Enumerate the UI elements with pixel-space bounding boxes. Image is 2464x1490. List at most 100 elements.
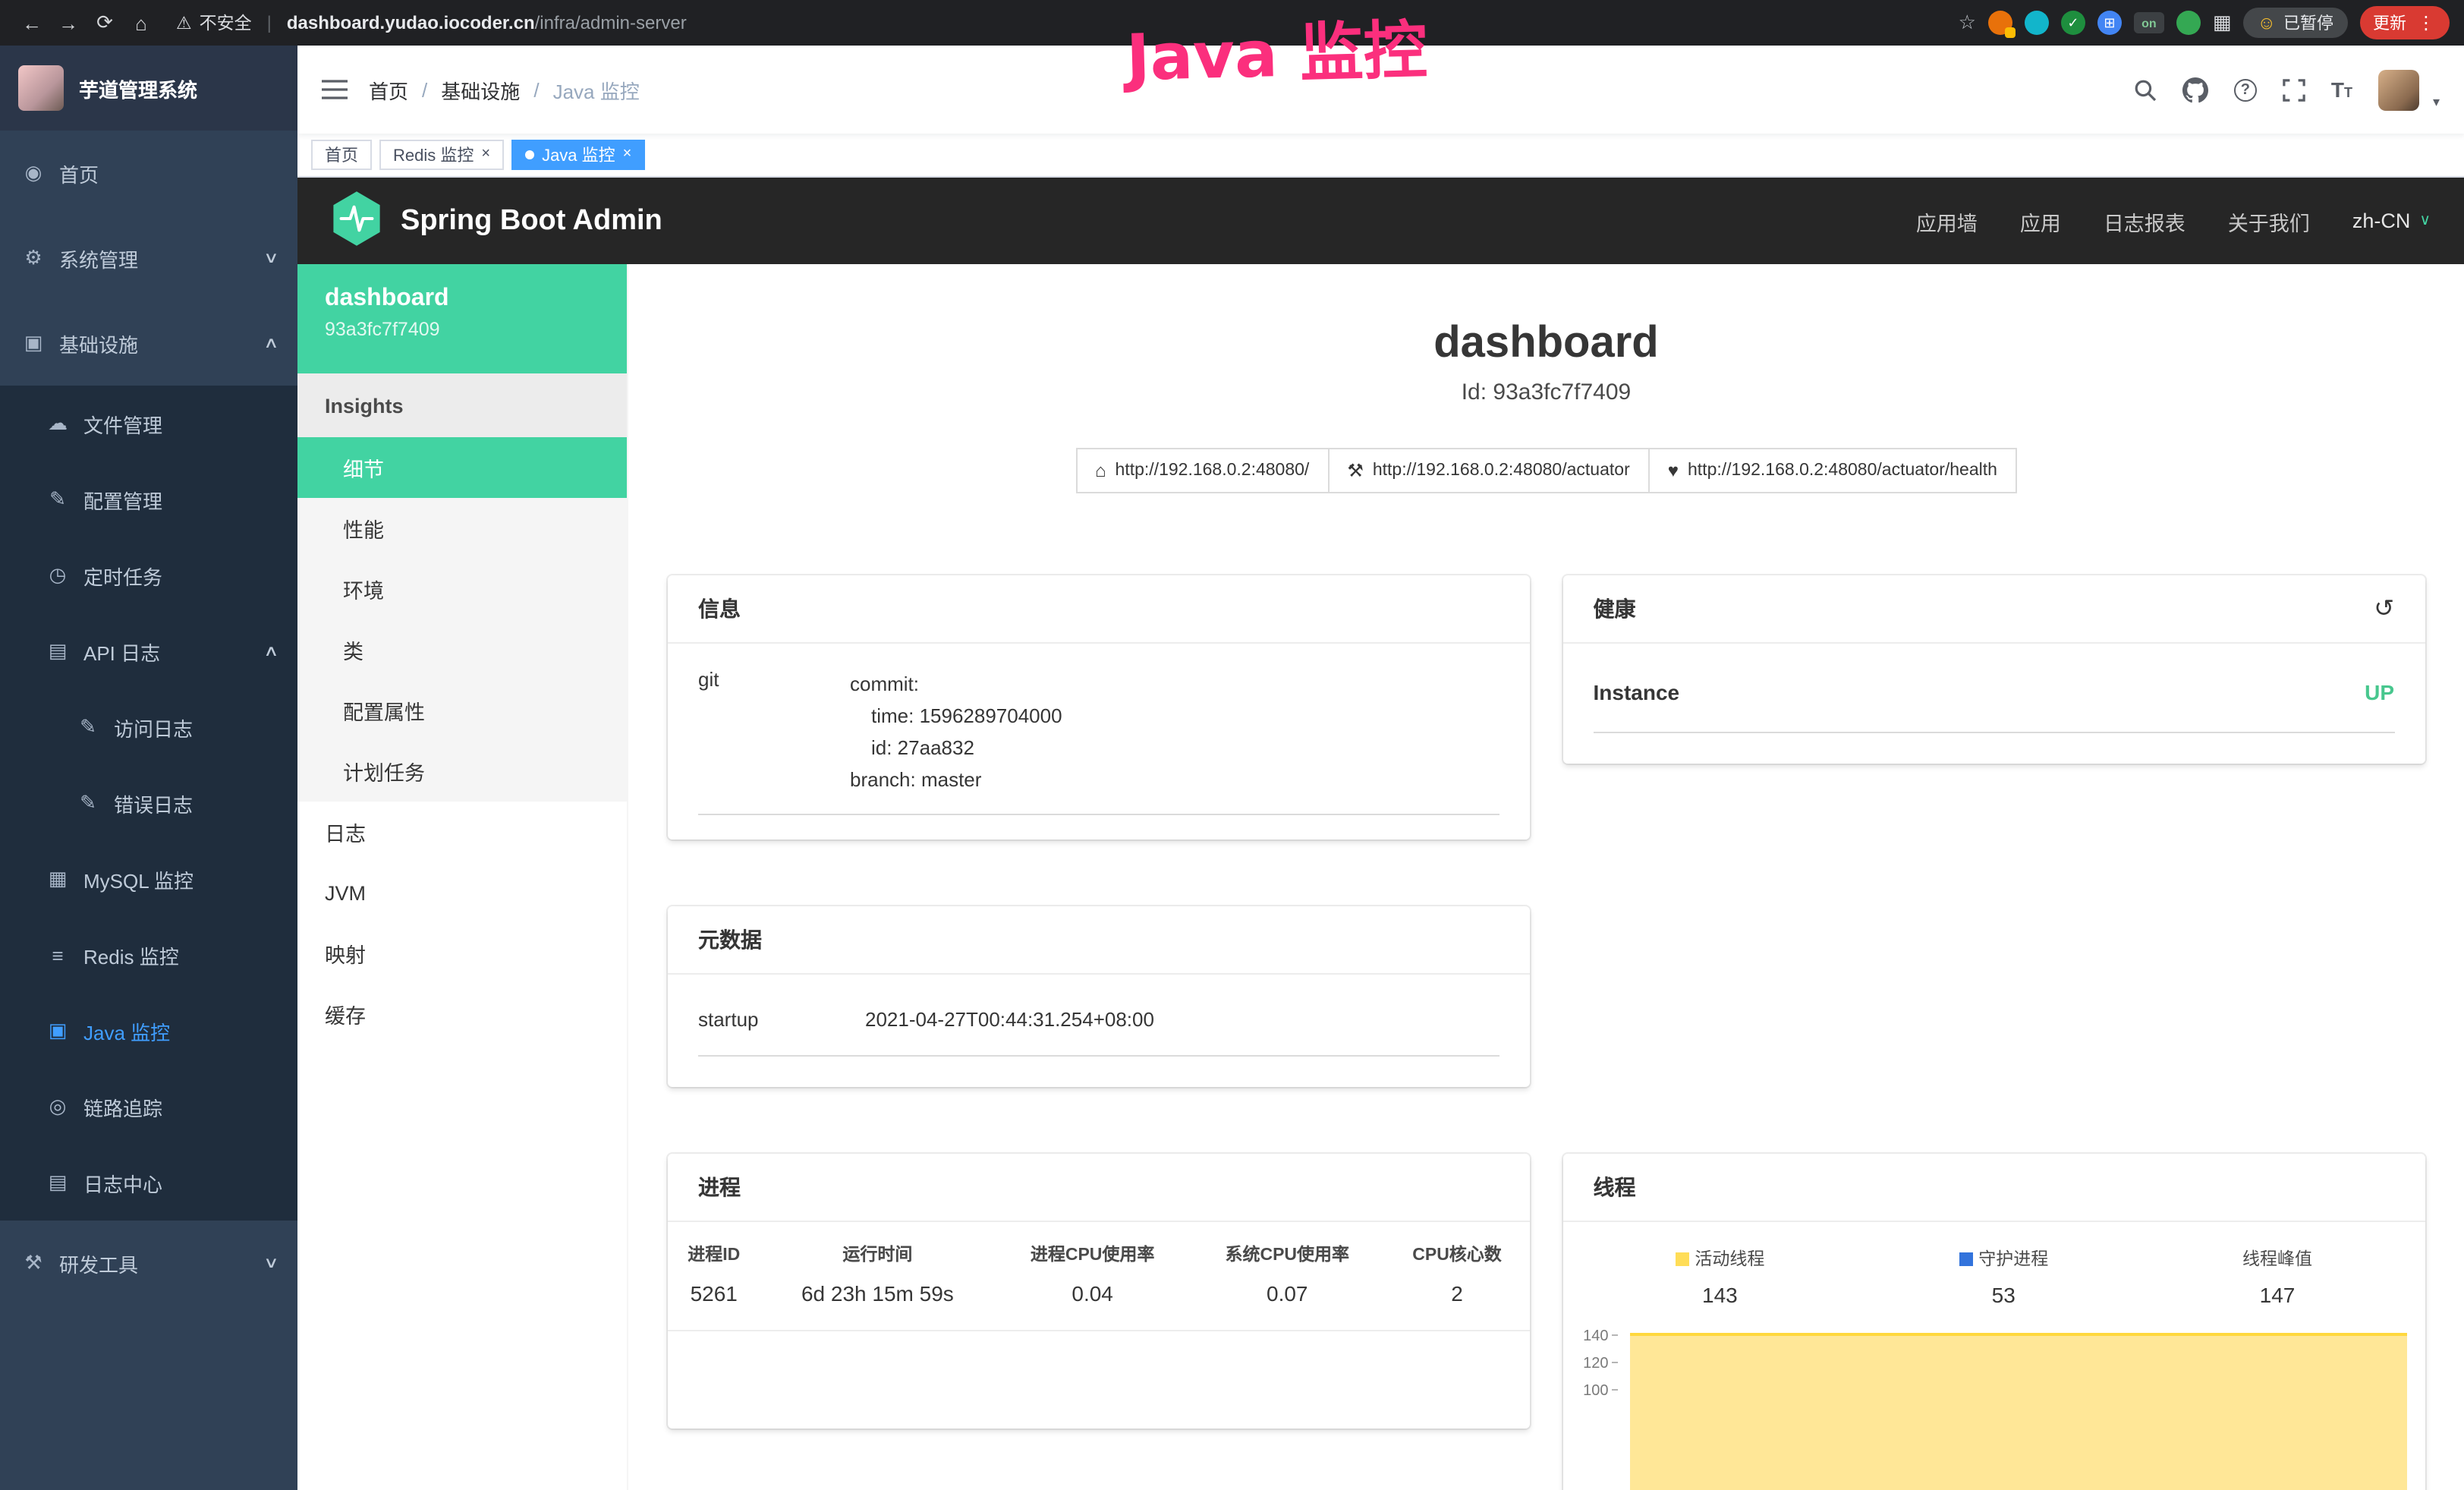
sidebar-toggle-icon[interactable] [322, 79, 348, 100]
legend-label: 守护进程 [1978, 1251, 2048, 1269]
column-header: 进程ID [668, 1222, 760, 1274]
sba-logo-icon [331, 190, 382, 252]
y-axis-tick: 120 [1572, 1357, 1618, 1372]
user-avatar[interactable] [2378, 69, 2419, 110]
url-text[interactable]: dashboard.yudao.iocoder.cn/infra/admin-s… [287, 12, 687, 33]
sba-item-classes[interactable]: 类 [297, 619, 627, 680]
sidebar-item-config-manage[interactable]: ✎ 配置管理 [0, 461, 297, 537]
chevron-down-icon: ∨ [2419, 213, 2431, 229]
sba-nav-applications[interactable]: 应用 [2020, 206, 2061, 236]
address-bar[interactable]: ⚠ 不安全 | dashboard.yudao.iocoder.cn/infra… [176, 11, 1956, 35]
sidebar-item-label: 访问日志 [114, 713, 193, 742]
app-logo[interactable]: 芋道管理系统 [0, 46, 297, 131]
sidebar-item-log-center[interactable]: ▤ 日志中心 [0, 1145, 297, 1221]
tab-redis-monitor[interactable]: Redis 监控 × [379, 140, 504, 170]
sba-instance-header[interactable]: dashboard 93a3fc7f7409 [297, 264, 627, 373]
instance-health-row[interactable]: Instance UP [1594, 644, 2395, 733]
extension-on-badge[interactable]: on [2134, 12, 2164, 33]
process-table: 进程ID 运行时间 进程CPU使用率 系统CPU使用率 CPU核心数 [668, 1222, 1530, 1331]
browser-forward-button[interactable]: → [52, 6, 85, 39]
sidebar-item-redis-monitor[interactable]: ≡ Redis 监控 [0, 917, 297, 993]
sba-nav-about[interactable]: 关于我们 [2228, 206, 2310, 236]
bookmark-star-icon[interactable]: ☆ [1959, 11, 1976, 35]
card-title: 健康 [1594, 594, 1636, 624]
chevron-up-icon: ∧ [263, 335, 278, 351]
sidebar-item-access-log[interactable]: ✎ 访问日志 [0, 689, 297, 765]
sidebar-item-system[interactable]: ⚙ 系统管理 ∨ [0, 216, 297, 301]
chevron-down-icon: ∨ [263, 1255, 278, 1271]
app-sidebar: 芋道管理系统 ◉ 首页 ⚙ 系统管理 ∨ ▣ 基础设施 ∧ ☁ 文件管理 [0, 46, 297, 1490]
breadcrumb: 首页 / 基础设施 / Java 监控 [369, 75, 640, 104]
locale-selector[interactable]: zh-CN ∨ [2352, 209, 2431, 232]
browser-menu-icon[interactable]: ⋮ [2417, 12, 2435, 33]
browser-toolbar-right: ☆ ✓ ⊞ on ▦ ☺ 已暂停 更新 ⋮ [1959, 6, 2449, 39]
breadcrumb-home[interactable]: 首页 [369, 75, 408, 104]
security-label[interactable]: 不安全 [200, 11, 252, 35]
sidebar-item-file-manage[interactable]: ☁ 文件管理 [0, 386, 297, 461]
chevron-up-icon: ∧ [263, 643, 278, 660]
tab-java-monitor[interactable]: Java 监控 × [511, 140, 645, 170]
live-threads-area [1630, 1333, 2407, 1490]
sba-nav-wallboard[interactable]: 应用墙 [1916, 206, 1978, 236]
sba-item-environment[interactable]: 环境 [297, 559, 627, 619]
sidebar-item-mysql-monitor[interactable]: ▦ MySQL 监控 [0, 841, 297, 917]
sba-sidebar-group-insights[interactable]: Insights [297, 373, 627, 437]
sidebar-item-scheduled-jobs[interactable]: ◷ 定时任务 [0, 537, 297, 613]
search-icon[interactable] [2134, 78, 2157, 101]
extension-icon-5[interactable] [2176, 11, 2201, 35]
sidebar-item-home[interactable]: ◉ 首页 [0, 131, 297, 216]
sidebar-item-api-log[interactable]: ▤ API 日志 ∧ [0, 613, 297, 689]
close-icon[interactable]: × [481, 147, 490, 162]
breadcrumb-separator: / [533, 78, 539, 101]
chrome-update-button[interactable]: 更新 ⋮ [2359, 6, 2449, 39]
fullscreen-icon[interactable] [2283, 78, 2305, 101]
instance-id-subtitle: Id: 93a3fc7f7409 [668, 380, 2425, 405]
address-divider: | [267, 12, 272, 33]
sidebar-item-label: 链路追踪 [83, 1092, 162, 1121]
profile-paused-chip[interactable]: ☺ 已暂停 [2243, 8, 2347, 38]
sidebar-item-error-log[interactable]: ✎ 错误日志 [0, 765, 297, 841]
legend-live-threads: 活动线程 143 [1675, 1246, 1764, 1307]
card-body-continuation [668, 1331, 1530, 1429]
sba-item-jvm[interactable]: JVM [297, 862, 627, 923]
sba-item-logs[interactable]: 日志 [297, 802, 627, 862]
sba-item-metrics[interactable]: 性能 [297, 498, 627, 559]
health-url-button[interactable]: ♥ http://192.168.0.2:48080/actuator/heal… [1648, 448, 2017, 493]
extension-icon-1[interactable] [1988, 11, 2012, 35]
sidebar-item-tracing[interactable]: ◎ 链路追踪 [0, 1069, 297, 1145]
github-icon[interactable] [2182, 77, 2208, 102]
sba-item-details[interactable]: 细节 [297, 437, 627, 498]
browser-back-button[interactable]: ← [15, 6, 49, 39]
sba-item-config-props[interactable]: 配置属性 [297, 680, 627, 741]
extension-icon-2[interactable] [2025, 11, 2049, 35]
sba-item-mappings[interactable]: 映射 [297, 923, 627, 984]
browser-home-button[interactable]: ⌂ [124, 6, 158, 39]
database-icon: ▦ [46, 867, 70, 891]
font-size-icon[interactable]: TT [2331, 79, 2352, 100]
sba-item-scheduled-tasks[interactable]: 计划任务 [297, 741, 627, 802]
card-title: 元数据 [698, 925, 762, 955]
column-header: 系统CPU使用率 [1190, 1222, 1385, 1274]
service-url-button[interactable]: ⌂ http://192.168.0.2:48080/ [1075, 448, 1329, 493]
log-icon: ✎ [76, 715, 100, 739]
extensions-puzzle-icon[interactable]: ▦ [2213, 11, 2232, 35]
sidebar-item-java-monitor[interactable]: ▣ Java 监控 [0, 993, 297, 1069]
actuator-url-button[interactable]: ⚒ http://192.168.0.2:48080/actuator [1327, 448, 1649, 493]
extension-badge [2005, 27, 2016, 38]
sidebar-item-dev-tools[interactable]: ⚒ 研发工具 ∨ [0, 1221, 297, 1306]
extension-icon-3[interactable]: ✓ [2061, 11, 2085, 35]
breadcrumb-infra[interactable]: 基础设施 [441, 75, 520, 104]
sba-nav-journal[interactable]: 日志报表 [2104, 206, 2186, 236]
sba-item-caches[interactable]: 缓存 [297, 984, 627, 1044]
git-branch-line: branch: master [850, 764, 1499, 795]
sidebar-item-label: 基础设施 [59, 329, 138, 358]
browser-reload-button[interactable]: ⟳ [88, 6, 121, 39]
help-icon[interactable]: ? [2234, 78, 2257, 101]
sidebar-item-label: Java 监控 [83, 1016, 170, 1045]
document-icon: ▤ [46, 639, 70, 663]
sidebar-item-infra[interactable]: ▣ 基础设施 ∧ [0, 301, 297, 386]
history-icon[interactable]: ↺ [2374, 594, 2394, 624]
close-icon[interactable]: × [623, 147, 632, 162]
tab-home[interactable]: 首页 [311, 140, 372, 170]
extension-icon-4[interactable]: ⊞ [2097, 11, 2122, 35]
